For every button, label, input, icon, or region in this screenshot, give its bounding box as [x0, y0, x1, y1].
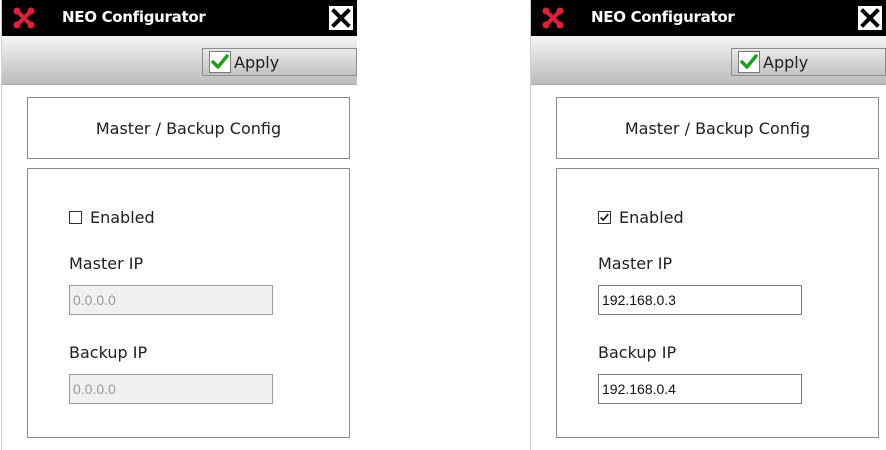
master-ip-input[interactable]: [598, 285, 802, 315]
neo-logo-icon: [542, 7, 564, 29]
checkbox-unchecked[interactable]: [69, 210, 82, 224]
enabled-checkbox[interactable]: Enabled: [598, 207, 684, 227]
checkmark-icon: [600, 213, 609, 221]
window-title: NEO Configurator: [591, 8, 735, 26]
section-header: Master / Backup Config: [556, 97, 879, 159]
backup-ip-input[interactable]: [69, 374, 273, 404]
close-icon: [331, 8, 351, 28]
window-title: NEO Configurator: [62, 8, 206, 26]
section-title: Master / Backup Config: [624, 118, 811, 138]
check-icon: [738, 51, 760, 73]
config-window-disabled: NEO Configurator Apply Master / Backup C…: [1, 0, 357, 450]
apply-button[interactable]: Apply: [731, 48, 886, 76]
close-icon: [860, 8, 880, 28]
config-panel: Enabled Master IP Backup IP: [27, 168, 350, 438]
title-bar: NEO Configurator: [531, 0, 886, 36]
close-button[interactable]: [329, 6, 353, 30]
close-button[interactable]: [858, 6, 882, 30]
toolbar: Apply: [2, 36, 357, 85]
toolbar: Apply: [531, 36, 886, 85]
apply-button-label: Apply: [763, 52, 809, 72]
neo-logo-icon: [13, 7, 35, 29]
backup-ip-label: Backup IP: [598, 343, 677, 362]
enabled-label: Enabled: [619, 207, 684, 227]
enabled-checkbox[interactable]: Enabled: [69, 207, 155, 227]
backup-ip-label: Backup IP: [69, 343, 148, 362]
check-icon: [209, 51, 231, 73]
config-panel: Enabled Master IP Backup IP: [556, 168, 879, 438]
checkbox-checked[interactable]: [598, 210, 611, 224]
enabled-label: Enabled: [90, 207, 155, 227]
master-ip-input[interactable]: [69, 285, 273, 315]
apply-button[interactable]: Apply: [202, 48, 357, 76]
title-bar: NEO Configurator: [2, 0, 357, 36]
section-header: Master / Backup Config: [27, 97, 350, 159]
config-window-enabled: NEO Configurator Apply Master / Backup C…: [530, 0, 886, 450]
section-title: Master / Backup Config: [95, 118, 282, 138]
apply-button-label: Apply: [234, 52, 280, 72]
backup-ip-input[interactable]: [598, 374, 802, 404]
master-ip-label: Master IP: [598, 254, 673, 273]
master-ip-label: Master IP: [69, 254, 144, 273]
